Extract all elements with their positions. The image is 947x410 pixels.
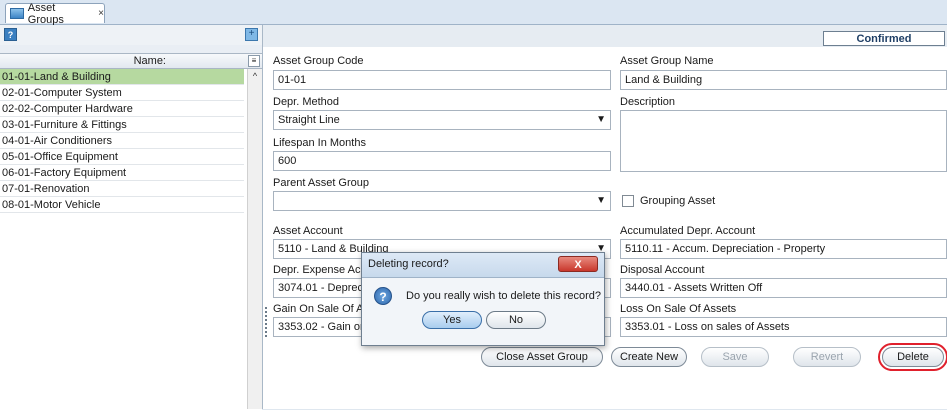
asset-group-code-field[interactable]: 01-01 [273, 70, 611, 90]
parent-group-label: Parent Asset Group [273, 177, 369, 189]
grouping-asset-label: Grouping Asset [640, 195, 716, 207]
disposal-field[interactable]: 3440.01 - Assets Written Off [620, 278, 947, 298]
gain-value: 3353.02 - Gain on [278, 321, 367, 333]
dialog-titlebar[interactable]: Deleting record? X [362, 253, 604, 278]
list-item[interactable]: 08-01-Motor Vehicle [0, 197, 244, 213]
list-item[interactable]: 06-01-Factory Equipment [0, 165, 244, 181]
description-field[interactable] [620, 110, 947, 172]
add-icon[interactable]: + [245, 28, 258, 41]
chevron-down-icon: ▼ [596, 114, 606, 125]
asset-group-code-label: Asset Group Code [273, 55, 364, 67]
dialog-body: ? Do you really wish to delete this reco… [362, 278, 604, 345]
dialog-title: Deleting record? [368, 258, 449, 270]
tab-asset-groups[interactable]: Asset Groups × [5, 1, 105, 26]
list-item[interactable]: 02-01-Computer System [0, 85, 244, 101]
tab-label: Asset Groups [27, 1, 64, 26]
accum-depr-label: Accumulated Depr. Account [620, 225, 756, 237]
depr-method-select[interactable]: Straight Line ▼ [273, 110, 611, 130]
list-item[interactable]: 04-01-Air Conditioners [0, 133, 244, 149]
status-badge: Confirmed [823, 31, 945, 46]
grouping-asset-checkbox[interactable] [622, 195, 634, 207]
list-item[interactable]: 03-01-Furniture & Fittings [0, 117, 244, 133]
list-toolbar: ? + [0, 25, 262, 45]
list-column-header[interactable]: Name: ≡ [0, 54, 262, 69]
depr-expense-label: Depr. Expense Acco [273, 264, 373, 276]
delete-confirm-dialog: Deleting record? X ? Do you really wish … [361, 252, 605, 346]
column-chooser-icon[interactable]: ≡ [248, 55, 260, 67]
dialog-message: Do you really wish to delete this record… [406, 290, 602, 302]
revert-button[interactable]: Revert [793, 347, 861, 367]
asset-group-list-pane: ? + Name: ≡ 01-01-Land & Building 02-01-… [0, 25, 263, 410]
delete-button[interactable]: Delete [878, 343, 947, 371]
chevron-down-icon: ▼ [596, 195, 606, 206]
asset-account-label: Asset Account [273, 225, 343, 237]
loss-label: Loss On Sale Of Assets [620, 303, 737, 315]
dialog-close-button[interactable]: X [558, 256, 598, 272]
description-label: Description [620, 96, 676, 108]
tab-strip: Asset Groups × [0, 0, 947, 26]
asset-group-list: Name: ≡ 01-01-Land & Building 02-01-Comp… [0, 53, 262, 410]
list-item[interactable]: 07-01-Renovation [0, 181, 244, 197]
list-scrollbar[interactable]: ^ [247, 69, 262, 409]
loss-field[interactable]: 3353.01 - Loss on sales of Assets [620, 317, 947, 337]
depr-expense-value: 3074.01 - Depreci [278, 282, 366, 294]
tab-close-icon[interactable]: × [98, 8, 104, 19]
create-new-button[interactable]: Create New [611, 347, 687, 367]
list-item[interactable]: 01-01-Land & Building [0, 69, 244, 85]
yes-button[interactable]: Yes [422, 311, 482, 329]
gain-label: Gain On Sale Of As [273, 303, 369, 315]
name-column-label: Name: [133, 55, 166, 67]
lifespan-field[interactable]: 600 [273, 151, 611, 171]
asset-group-name-label: Asset Group Name [620, 55, 714, 67]
question-icon: ? [374, 287, 392, 305]
save-button[interactable]: Save [701, 347, 769, 367]
depr-method-value: Straight Line [278, 114, 340, 126]
accum-depr-field[interactable]: 5110.11 - Accum. Depreciation - Property [620, 239, 947, 259]
disposal-label: Disposal Account [620, 264, 705, 276]
help-icon[interactable]: ? [4, 28, 17, 41]
close-asset-group-button[interactable]: Close Asset Group [481, 347, 603, 367]
detail-pane: Confirmed Asset Group Code 01-01 Asset G… [263, 25, 947, 409]
asset-group-form: Asset Group Code 01-01 Asset Group Name … [263, 47, 947, 409]
tab-icon [10, 8, 24, 19]
lifespan-label: Lifespan In Months [273, 137, 366, 149]
list-item[interactable]: 05-01-Office Equipment [0, 149, 244, 165]
scroll-up-icon[interactable]: ^ [248, 69, 262, 83]
list-item[interactable]: 02-02-Computer Hardware [0, 101, 244, 117]
splitter-handle[interactable] [265, 307, 269, 337]
no-button[interactable]: No [486, 311, 546, 329]
parent-group-select[interactable]: ▼ [273, 191, 611, 211]
asset-group-name-field[interactable]: Land & Building [620, 70, 947, 90]
depr-method-label: Depr. Method [273, 96, 340, 108]
